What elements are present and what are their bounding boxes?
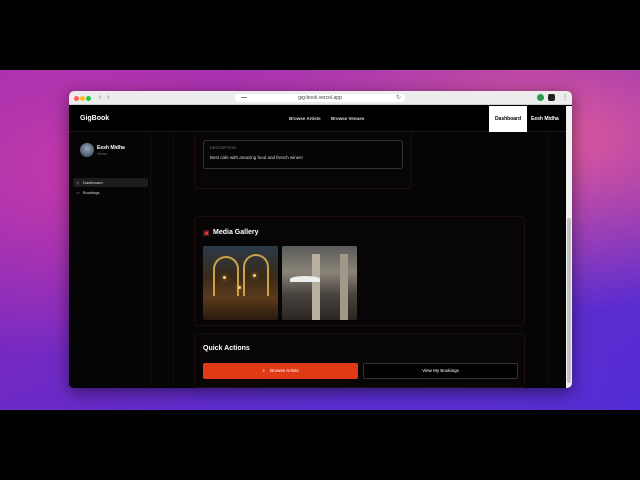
search-icon: ⌕ [262, 368, 265, 373]
gallery-icon: ▣ [203, 230, 210, 237]
user-menu[interactable]: Eesh Midha [531, 116, 559, 122]
extension-icon[interactable] [537, 94, 544, 101]
sidebar-user-role: Venue [97, 152, 107, 156]
description-text: Best cafe with amazing food and french w… [210, 155, 303, 160]
calendar-icon: ▭ [76, 190, 80, 195]
reload-icon[interactable]: ↻ [396, 94, 401, 102]
main-content: DESCRIPTION Best cafe with amazing food … [152, 133, 572, 388]
close-window-button[interactable] [74, 96, 79, 101]
browse-artists-button[interactable]: ⌕ Browse Artists [203, 363, 358, 379]
address-bar[interactable]: gig-book.vercel.app ↻ [235, 94, 405, 102]
chevron-right-icon[interactable]: › [107, 94, 109, 101]
sidebar-item-label: Bookings [83, 190, 100, 195]
scrollbar-thumb[interactable] [567, 218, 571, 383]
app: GigBook Browse Artists Browse Venues Das… [69, 106, 572, 388]
grid-icon: ◎ [76, 180, 80, 185]
top-navbar: GigBook Browse Artists Browse Venues Das… [69, 106, 572, 132]
maximize-window-button[interactable] [86, 96, 91, 101]
nav-browse-artists[interactable]: Browse Artists [289, 116, 321, 121]
media-gallery-title: Media Gallery [213, 229, 259, 236]
dashboard-button[interactable]: Dashboard [489, 106, 527, 132]
screen: ‹ › gig-book.vercel.app ↻ ⋮ GigBook Brow… [0, 0, 640, 480]
venue-details-card: DESCRIPTION Best cafe with amazing food … [194, 133, 412, 189]
avatar [80, 143, 94, 157]
url-text: gig-book.vercel.app [298, 95, 342, 101]
browse-artists-label: Browse Artists [270, 368, 299, 373]
minimize-window-button[interactable] [80, 96, 85, 101]
description-label: DESCRIPTION [210, 146, 237, 150]
nav-browse-venues[interactable]: Browse Venues [331, 116, 364, 121]
chevron-left-icon[interactable]: ‹ [99, 94, 101, 101]
brand-logo[interactable]: GigBook [80, 115, 109, 122]
description-box: DESCRIPTION Best cafe with amazing food … [203, 140, 403, 169]
browser-window: ‹ › gig-book.vercel.app ↻ ⋮ GigBook Brow… [69, 91, 572, 388]
gallery-image[interactable] [282, 246, 357, 320]
sidebar-item-bookings[interactable]: ▭ Bookings [73, 188, 148, 197]
quick-actions-card: Quick Actions ⌕ Browse Artists View My B… [194, 333, 525, 388]
browser-chrome: ‹ › gig-book.vercel.app ↻ ⋮ [69, 91, 572, 105]
sidebar: Eesh Midha Venue ◎ Dashboard ▭ Bookings [69, 133, 151, 388]
extension-icon[interactable] [548, 94, 555, 101]
sidebar-item-dashboard[interactable]: ◎ Dashboard [73, 178, 148, 187]
view-bookings-button[interactable]: View My Bookings [363, 363, 518, 379]
scrollbar[interactable] [566, 106, 572, 388]
divider [547, 133, 548, 388]
sidebar-user-name: Eesh Midha [97, 145, 125, 151]
quick-actions-title: Quick Actions [203, 345, 250, 352]
gallery-image[interactable] [203, 246, 278, 320]
divider [173, 133, 174, 388]
sidebar-item-label: Dashboard [83, 180, 103, 185]
media-gallery-card: ▣ Media Gallery [194, 216, 525, 326]
more-icon[interactable]: ⋮ [562, 95, 568, 101]
